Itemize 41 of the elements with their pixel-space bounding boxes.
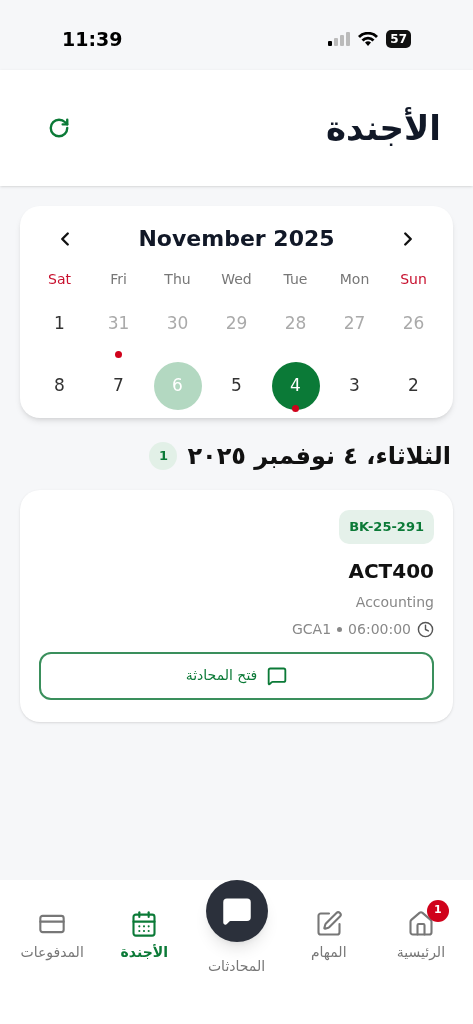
calendar-day[interactable]: 3 xyxy=(330,362,379,410)
weekday-label: Sun xyxy=(400,270,427,289)
weekday-label: Thu xyxy=(164,270,191,289)
nav-label: المحادثات xyxy=(207,957,266,976)
chat-bubble-icon xyxy=(267,665,288,686)
course-subject: Accounting xyxy=(355,592,434,612)
calendar-day[interactable]: 5 xyxy=(212,362,261,410)
chat-icon xyxy=(221,896,252,926)
course-code: ACT400 xyxy=(348,557,434,585)
weekday-label: Sat xyxy=(48,270,71,289)
calendar-day[interactable]: 7 xyxy=(94,362,143,410)
calendar-day[interactable]: 1 xyxy=(35,300,84,348)
event-count: 1 xyxy=(149,442,178,470)
calendar-day[interactable]: 2 xyxy=(389,362,438,410)
weekday-label: Mon xyxy=(339,270,370,289)
calendar-month: November 2025 xyxy=(138,225,335,253)
nav-tab[interactable]: المهام xyxy=(282,880,375,970)
open-chat-button[interactable]: فتح المحادثة xyxy=(39,651,434,700)
pen-square-icon xyxy=(314,909,343,938)
wifi-icon xyxy=(358,32,379,46)
chat-fab[interactable] xyxy=(205,880,268,942)
calendar-icon xyxy=(130,909,159,938)
booking-code: BK-25-291 xyxy=(339,510,434,544)
page-title: الأجندة xyxy=(325,106,441,150)
notification-badge: 1 xyxy=(426,899,449,922)
signal-icon xyxy=(328,32,351,46)
refresh-icon[interactable] xyxy=(48,117,70,139)
weekday-label: Wed xyxy=(221,270,252,289)
nav-tab[interactable]: المدفوعات xyxy=(6,880,99,970)
nav-tab[interactable]: الأجندة xyxy=(98,880,191,970)
battery-indicator: 57 xyxy=(386,30,411,48)
event-time: 06:00:00 xyxy=(348,619,411,639)
status-time: 11:39 xyxy=(62,26,123,52)
day-heading: الثلاثاء، ٤ نوفمبر ٢٠٢٥ xyxy=(187,441,451,472)
house-icon xyxy=(406,909,435,938)
calendar-day[interactable]: 8 xyxy=(35,362,84,410)
weekday-label: Tue xyxy=(283,270,308,289)
calendar-day[interactable]: 4 xyxy=(271,362,320,410)
room-label: GCA1 xyxy=(292,619,332,639)
clock-icon xyxy=(417,620,434,638)
weekday-label: Fri xyxy=(110,270,127,289)
